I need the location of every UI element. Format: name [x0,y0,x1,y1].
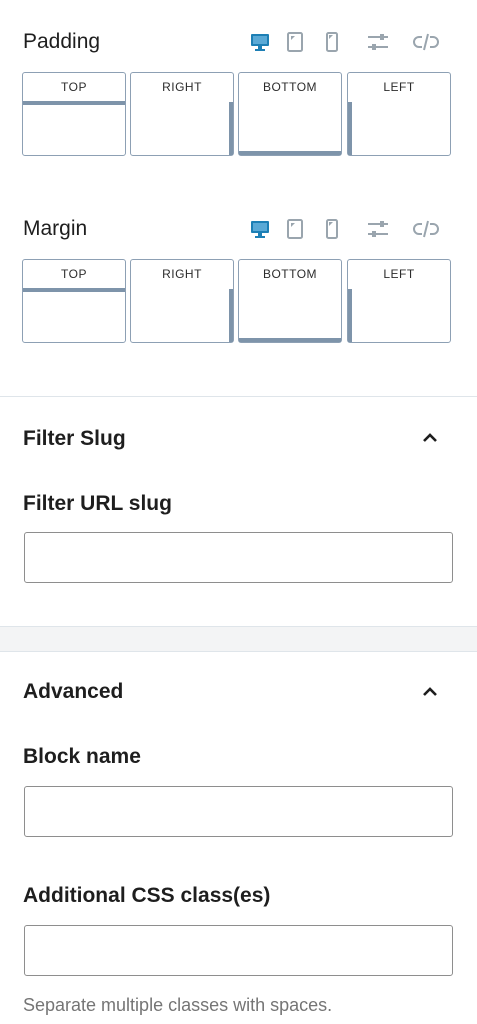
margin-top-label: TOP [61,267,87,281]
side-indicator [23,101,125,105]
mobile-icon[interactable] [319,215,345,243]
margin-top-input[interactable]: TOP [22,259,126,343]
side-indicator [348,102,352,155]
side-indicator [239,338,341,342]
filter-url-slug-label: Filter URL slug [23,492,172,515]
side-indicator [229,102,233,155]
block-name-label: Block name [23,745,141,768]
padding-left-input[interactable]: LEFT [347,72,451,156]
desktop-icon[interactable] [247,215,273,243]
sliders-icon[interactable] [365,28,391,56]
css-help-text: Separate multiple classes with spaces. [23,995,333,1015]
margin-left-input[interactable]: LEFT [347,259,451,343]
filter-url-slug-input[interactable] [24,532,453,583]
mobile-icon[interactable] [319,28,345,56]
padding-sides: TOP RIGHT BOTTOM LEFT [22,72,452,156]
margin-right-label: RIGHT [162,267,202,281]
padding-right-input[interactable]: RIGHT [130,72,234,156]
margin-left-label: LEFT [383,267,415,281]
margin-right-input[interactable]: RIGHT [130,259,234,343]
padding-title: Padding [23,30,101,53]
section-divider [0,396,477,397]
block-settings-panel: Padding TOP RIGHT BOTTOM LEFT Margin TOP… [0,0,477,1024]
padding-bottom-input[interactable]: BOTTOM [238,72,342,156]
side-indicator [23,288,125,292]
chevron-up-icon[interactable] [418,681,442,701]
padding-right-label: RIGHT [162,80,202,94]
side-indicator [229,289,233,342]
desktop-icon[interactable] [247,28,273,56]
tablet-icon[interactable] [282,28,308,56]
padding-bottom-label: BOTTOM [262,80,318,94]
margin-sides: TOP RIGHT BOTTOM LEFT [22,259,452,343]
chevron-up-icon[interactable] [418,427,442,447]
advanced-section-title[interactable]: Advanced [23,680,123,704]
padding-top-label: TOP [61,80,87,94]
filter-slug-section-title[interactable]: Filter Slug [23,427,126,451]
padding-control: Padding TOP RIGHT BOTTOM LEFT [22,26,452,156]
margin-header: Margin [22,213,452,247]
section-divider [0,651,477,652]
unlink-icon[interactable] [413,28,439,56]
margin-title: Margin [23,217,88,240]
sliders-icon[interactable] [365,215,391,243]
margin-device-toolbar [247,215,447,243]
side-indicator [239,151,341,155]
additional-css-input[interactable] [24,925,453,976]
margin-bottom-label: BOTTOM [262,267,318,281]
unlink-icon[interactable] [413,215,439,243]
additional-css-label: Additional CSS class(es) [23,884,271,907]
padding-device-toolbar [247,28,447,56]
margin-bottom-input[interactable]: BOTTOM [238,259,342,343]
tablet-icon[interactable] [282,215,308,243]
side-indicator [348,289,352,342]
padding-left-label: LEFT [383,80,415,94]
block-name-input[interactable] [24,786,453,837]
section-gap [0,627,477,651]
margin-control: Margin TOP RIGHT BOTTOM LEFT [22,213,452,343]
padding-header: Padding [22,26,452,60]
padding-top-input[interactable]: TOP [22,72,126,156]
